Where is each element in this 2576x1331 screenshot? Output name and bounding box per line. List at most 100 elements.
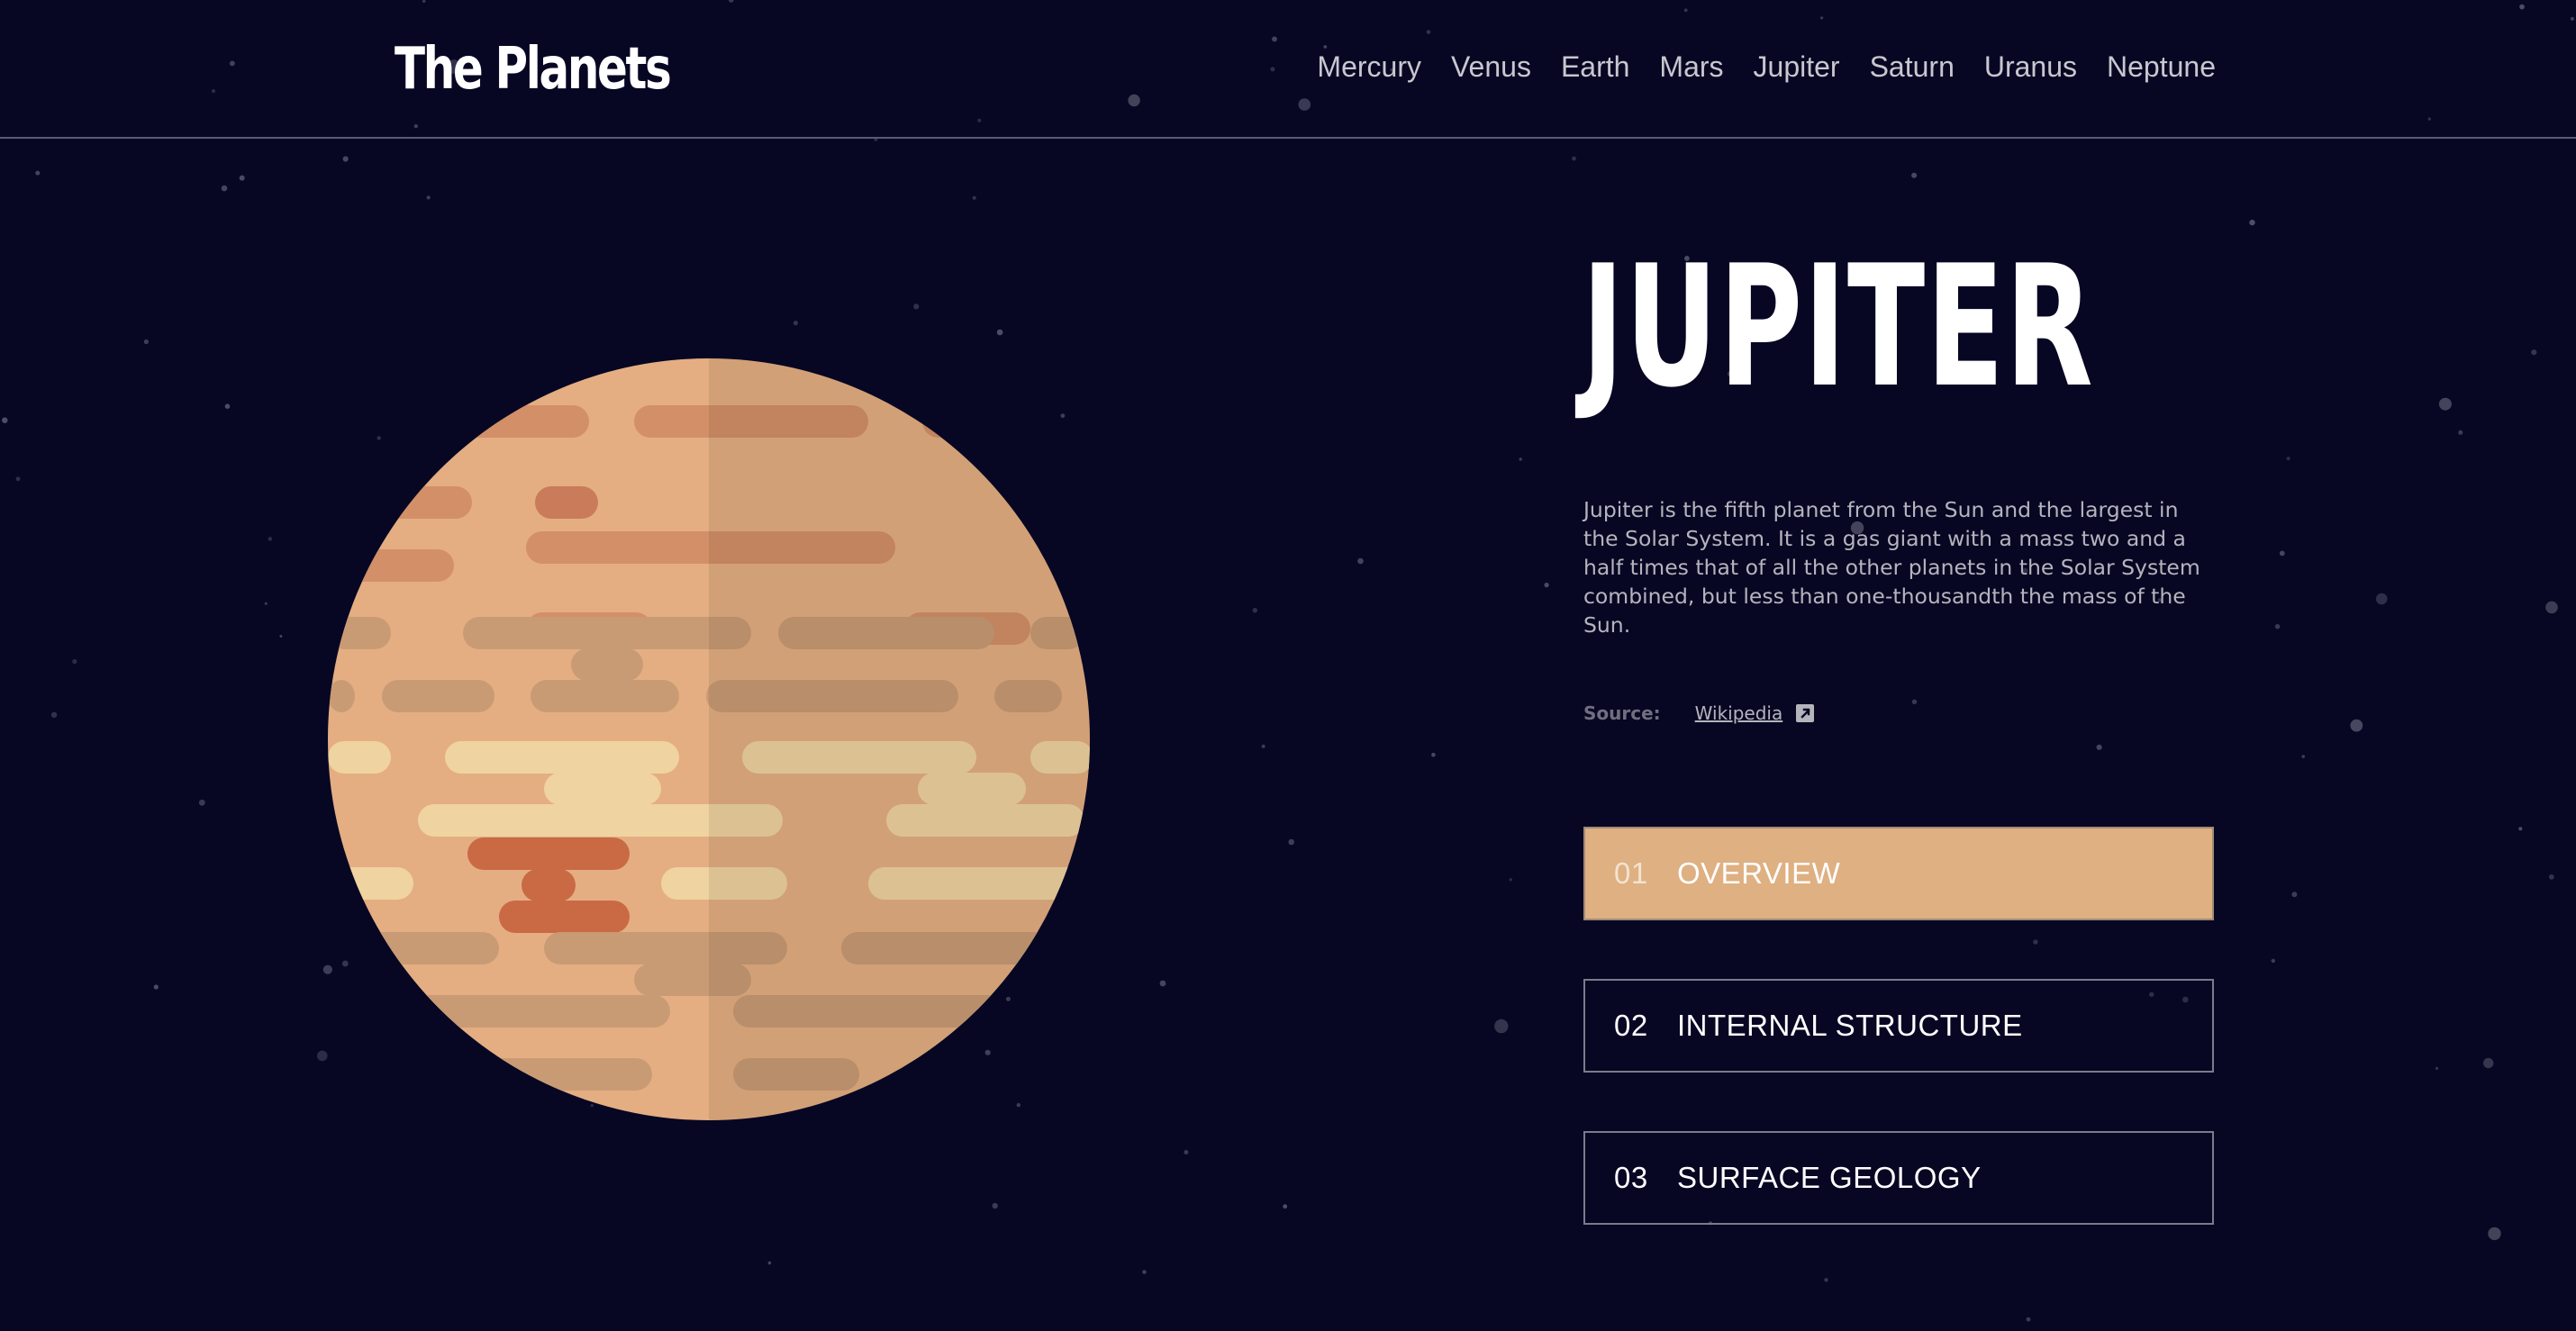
planet-band	[328, 680, 355, 712]
star-dot	[2274, 624, 2281, 629]
star-dot	[153, 984, 159, 990]
planet-band	[454, 405, 589, 438]
nav-item-uranus[interactable]: Uranus	[1984, 50, 2077, 84]
star-dot	[143, 339, 149, 345]
nav-item-neptune[interactable]: Neptune	[2107, 50, 2216, 84]
star-dot	[2545, 601, 2558, 614]
star-dot	[1519, 457, 1522, 461]
star-dot	[2518, 827, 2523, 831]
star-dot	[35, 170, 41, 176]
star-dot	[2458, 430, 2463, 435]
planet-illustration	[328, 358, 1090, 1120]
planet-band	[382, 680, 494, 712]
star-dot	[317, 1050, 328, 1062]
star-dot	[1431, 752, 1436, 757]
star-dot	[1509, 878, 1512, 882]
star-dot	[992, 1202, 998, 1209]
tab-internal-structure[interactable]: 02 INTERNAL STRUCTURE	[1583, 979, 2214, 1073]
planet-band	[400, 995, 670, 1028]
site-header: The Planets Mercury Venus Earth Mars Jup…	[0, 0, 2576, 139]
star-dot	[279, 635, 283, 638]
planet-band	[328, 617, 391, 649]
planet-band	[328, 741, 391, 774]
star-dot	[2548, 874, 2554, 880]
star-dot	[1261, 744, 1265, 748]
tab-number: 03	[1614, 1161, 1648, 1194]
star-dot	[996, 329, 1003, 336]
star-dot	[1159, 980, 1166, 987]
star-dot	[2531, 349, 2537, 356]
star-dot	[72, 658, 77, 665]
star-dot	[793, 321, 799, 326]
planet-band	[328, 867, 413, 900]
tab-overview[interactable]: 01 OVERVIEW	[1583, 827, 2214, 920]
star-dot	[2279, 550, 2285, 557]
star-dot	[1184, 1150, 1189, 1154]
jupiter-icon	[328, 358, 1090, 1120]
star-dot	[1252, 608, 1258, 613]
star-dot	[342, 156, 349, 162]
star-dot	[1142, 1270, 1147, 1274]
source-line: Source: Wikipedia	[1583, 702, 1815, 724]
planet-band	[463, 617, 751, 649]
planet-band	[544, 773, 661, 805]
planet-band	[571, 648, 643, 681]
planet-band	[355, 486, 472, 519]
star-dot	[268, 537, 273, 541]
tab-surface-geology[interactable]: 03 SURFACE GEOLOGY	[1583, 1131, 2214, 1225]
planet-band	[445, 741, 679, 774]
star-dot	[2271, 958, 2275, 964]
planet-band	[531, 680, 679, 712]
source-label: Source:	[1583, 702, 1661, 724]
nav-item-venus[interactable]: Venus	[1451, 50, 1531, 84]
star-dot	[1357, 557, 1364, 565]
planet-title: JUPITER	[1582, 229, 2095, 424]
planet-band	[467, 838, 630, 870]
star-dot	[1494, 1019, 1509, 1034]
star-dot	[2026, 1317, 2031, 1322]
nav-item-mars[interactable]: Mars	[1659, 50, 1723, 84]
star-dot	[2375, 593, 2388, 605]
nav-item-earth[interactable]: Earth	[1561, 50, 1629, 84]
star-dot	[1572, 156, 1576, 161]
source-link[interactable]: Wikipedia	[1695, 702, 1783, 724]
star-dot	[426, 195, 431, 200]
star-dot	[767, 1261, 772, 1265]
star-dot	[1288, 838, 1294, 846]
tab-label: SURFACE GEOLOGY	[1677, 1161, 1982, 1194]
planet-band	[499, 901, 630, 933]
planet-description: Jupiter is the fifth planet from the Sun…	[1583, 497, 2200, 638]
star-dot	[2350, 719, 2363, 732]
star-dot	[221, 185, 228, 192]
star-dot	[2438, 397, 2452, 411]
star-dot	[2435, 1066, 2439, 1071]
planet-band	[463, 1058, 652, 1091]
planet-nav: Mercury Venus Earth Mars Jupiter Saturn …	[1317, 50, 2216, 84]
nav-item-jupiter[interactable]: Jupiter	[1754, 50, 1840, 84]
star-dot	[2301, 755, 2305, 758]
tab-label: INTERNAL STRUCTURE	[1677, 1009, 2023, 1042]
star-dot	[1544, 583, 1549, 588]
star-dot	[15, 476, 21, 482]
page: The Planets Mercury Venus Earth Mars Jup…	[0, 0, 2576, 1331]
star-dot	[1911, 699, 1918, 704]
site-logo[interactable]: The Planets	[395, 36, 672, 103]
external-link-icon[interactable]	[1795, 703, 1815, 723]
star-dot	[2488, 1227, 2501, 1241]
planet-band	[535, 486, 598, 519]
star-dot	[913, 303, 920, 310]
star-dot	[264, 602, 268, 605]
planet-band	[522, 869, 576, 901]
star-dot	[1911, 172, 1918, 178]
tab-number: 02	[1614, 1009, 1648, 1042]
star-dot	[2483, 1057, 2494, 1069]
nav-item-saturn[interactable]: Saturn	[1870, 50, 1955, 84]
tab-label: OVERVIEW	[1677, 856, 1841, 890]
star-dot	[1283, 1204, 1288, 1209]
planet-band	[346, 549, 454, 582]
star-dot	[2096, 744, 2102, 750]
star-dot	[224, 403, 231, 410]
planet-band	[364, 932, 499, 964]
star-dot	[239, 175, 245, 181]
nav-item-mercury[interactable]: Mercury	[1317, 50, 1421, 84]
